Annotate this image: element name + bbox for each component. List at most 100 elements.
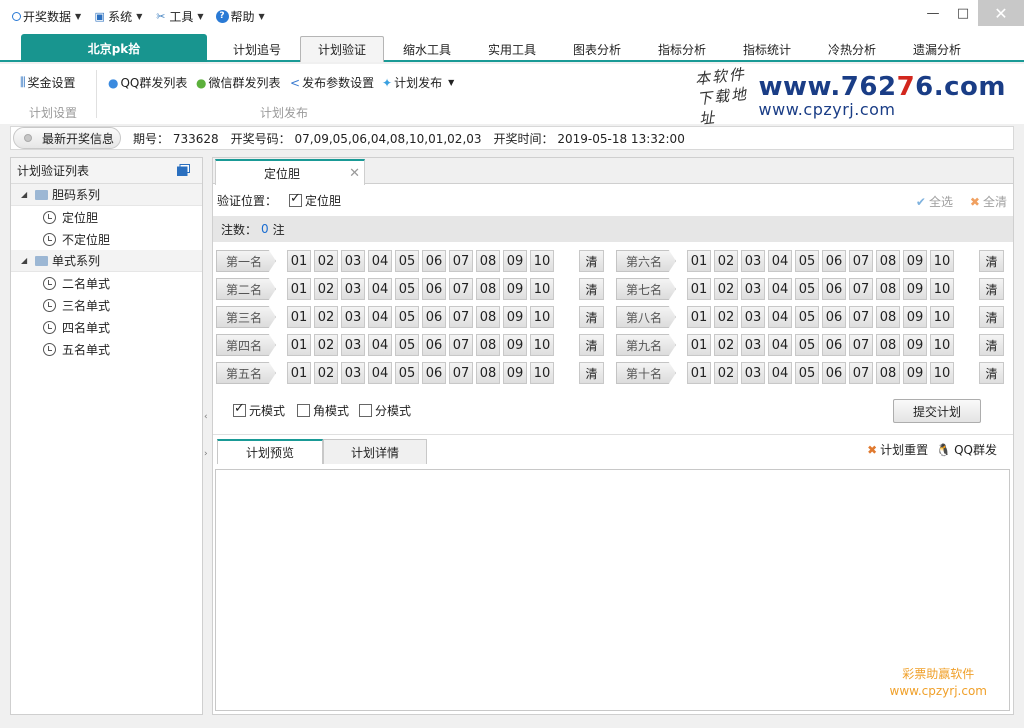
tab-indicator-analysis[interactable]: 指标分析 xyxy=(640,36,724,62)
number-button[interactable]: 08 xyxy=(876,306,900,328)
number-button[interactable]: 08 xyxy=(476,306,500,328)
number-button[interactable]: 06 xyxy=(822,250,846,272)
publish-params-button[interactable]: < 发布参数设置 xyxy=(290,74,374,91)
number-button[interactable]: 08 xyxy=(476,362,500,384)
tab-lottery-type[interactable]: 北京pk拾 xyxy=(21,34,207,62)
number-button[interactable]: 02 xyxy=(314,306,338,328)
number-button[interactable]: 06 xyxy=(422,278,446,300)
number-button[interactable]: 09 xyxy=(903,250,927,272)
number-button[interactable]: 05 xyxy=(395,362,419,384)
number-button[interactable]: 04 xyxy=(368,278,392,300)
doc-tab-dingweidan[interactable]: 定位胆 ✕ xyxy=(215,159,365,185)
tab-plan-verify[interactable]: 计划验证 xyxy=(300,36,384,62)
number-button[interactable]: 03 xyxy=(341,362,365,384)
number-button[interactable]: 09 xyxy=(903,334,927,356)
number-button[interactable]: 06 xyxy=(422,250,446,272)
clear-row-button[interactable]: 清 xyxy=(579,334,604,356)
mode-checkbox[interactable] xyxy=(297,404,310,417)
tree-group-dan[interactable]: ◢ 胆码系列 xyxy=(11,184,202,206)
number-button[interactable]: 02 xyxy=(714,306,738,328)
number-button[interactable]: 09 xyxy=(503,250,527,272)
clear-row-button[interactable]: 清 xyxy=(979,306,1004,328)
number-button[interactable]: 07 xyxy=(849,278,873,300)
collapse-left-icon[interactable]: ‹ xyxy=(204,412,208,422)
number-button[interactable]: 08 xyxy=(476,278,500,300)
number-button[interactable]: 05 xyxy=(795,334,819,356)
number-button[interactable]: 02 xyxy=(714,362,738,384)
verify-option[interactable]: 定位胆 xyxy=(289,191,341,209)
clear-row-button[interactable]: 清 xyxy=(979,278,1004,300)
number-button[interactable]: 10 xyxy=(930,250,954,272)
number-button[interactable]: 07 xyxy=(449,250,473,272)
clear-row-button[interactable]: 清 xyxy=(579,362,604,384)
number-button[interactable]: 04 xyxy=(368,250,392,272)
number-button[interactable]: 04 xyxy=(768,362,792,384)
rank-button[interactable]: 第十名 xyxy=(616,362,676,384)
expand-triangle-icon[interactable]: ◢ xyxy=(21,256,31,265)
number-button[interactable]: 05 xyxy=(395,250,419,272)
number-button[interactable]: 07 xyxy=(449,334,473,356)
rank-button[interactable]: 第五名 xyxy=(216,362,276,384)
tab-chart-analysis[interactable]: 图表分析 xyxy=(554,36,640,62)
rank-button[interactable]: 第九名 xyxy=(616,334,676,356)
number-button[interactable]: 08 xyxy=(876,250,900,272)
number-button[interactable]: 10 xyxy=(930,362,954,384)
number-button[interactable]: 03 xyxy=(341,250,365,272)
number-button[interactable]: 01 xyxy=(287,278,311,300)
tree-item-dingweidan[interactable]: 定位胆 xyxy=(11,206,202,228)
clear-all-button[interactable]: ✖ 全清 xyxy=(970,193,1007,210)
plan-preview-area[interactable]: 彩票助赢软件 www.cpzyrj.com xyxy=(215,469,1010,711)
rank-button[interactable]: 第三名 xyxy=(216,306,276,328)
number-button[interactable]: 05 xyxy=(795,250,819,272)
number-button[interactable]: 05 xyxy=(395,334,419,356)
number-button[interactable]: 06 xyxy=(422,306,446,328)
number-button[interactable]: 03 xyxy=(741,306,765,328)
number-button[interactable]: 03 xyxy=(341,334,365,356)
number-button[interactable]: 04 xyxy=(368,362,392,384)
number-button[interactable]: 02 xyxy=(714,278,738,300)
number-button[interactable]: 10 xyxy=(530,306,554,328)
mode-jiao[interactable]: 角模式 xyxy=(297,402,349,419)
tree-item-3-single[interactable]: 三名单式 xyxy=(11,294,202,316)
tab-utility-tools[interactable]: 实用工具 xyxy=(470,36,554,62)
number-button[interactable]: 04 xyxy=(368,306,392,328)
number-button[interactable]: 06 xyxy=(422,362,446,384)
number-button[interactable]: 09 xyxy=(503,278,527,300)
prize-settings-button[interactable]: ⫼ 奖金设置 xyxy=(20,74,76,91)
number-button[interactable]: 01 xyxy=(687,278,711,300)
number-button[interactable]: 06 xyxy=(822,334,846,356)
number-button[interactable]: 07 xyxy=(849,250,873,272)
number-button[interactable]: 04 xyxy=(768,334,792,356)
number-button[interactable]: 06 xyxy=(422,334,446,356)
number-button[interactable]: 10 xyxy=(530,334,554,356)
maximize-button[interactable]: □ xyxy=(948,0,978,26)
number-button[interactable]: 05 xyxy=(795,362,819,384)
rank-button[interactable]: 第八名 xyxy=(616,306,676,328)
number-button[interactable]: 09 xyxy=(503,362,527,384)
latest-draw-button[interactable]: 最新开奖信息 xyxy=(13,127,121,149)
close-button[interactable]: ✕ xyxy=(978,0,1024,26)
number-button[interactable]: 03 xyxy=(741,250,765,272)
tab-shrink-tools[interactable]: 缩水工具 xyxy=(384,36,470,62)
tree-item-4-single[interactable]: 四名单式 xyxy=(11,316,202,338)
submit-plan-button[interactable]: 提交计划 xyxy=(893,399,981,423)
number-button[interactable]: 03 xyxy=(741,362,765,384)
mode-fen[interactable]: 分模式 xyxy=(359,402,411,419)
number-button[interactable]: 02 xyxy=(314,250,338,272)
clear-row-button[interactable]: 清 xyxy=(579,250,604,272)
number-button[interactable]: 09 xyxy=(903,278,927,300)
rank-button[interactable]: 第一名 xyxy=(216,250,276,272)
number-button[interactable]: 07 xyxy=(849,362,873,384)
number-button[interactable]: 10 xyxy=(930,278,954,300)
number-button[interactable]: 02 xyxy=(314,334,338,356)
number-button[interactable]: 03 xyxy=(341,306,365,328)
tree-item-2-single[interactable]: 二名单式 xyxy=(11,272,202,294)
number-button[interactable]: 05 xyxy=(395,278,419,300)
number-button[interactable]: 02 xyxy=(314,278,338,300)
menu-tools[interactable]: ✂ 工具 ▼ xyxy=(154,8,203,25)
tab-indicator-stats[interactable]: 指标统计 xyxy=(724,36,810,62)
number-button[interactable]: 02 xyxy=(714,334,738,356)
expand-triangle-icon[interactable]: ◢ xyxy=(21,190,31,199)
number-button[interactable]: 07 xyxy=(849,334,873,356)
number-button[interactable]: 02 xyxy=(314,362,338,384)
